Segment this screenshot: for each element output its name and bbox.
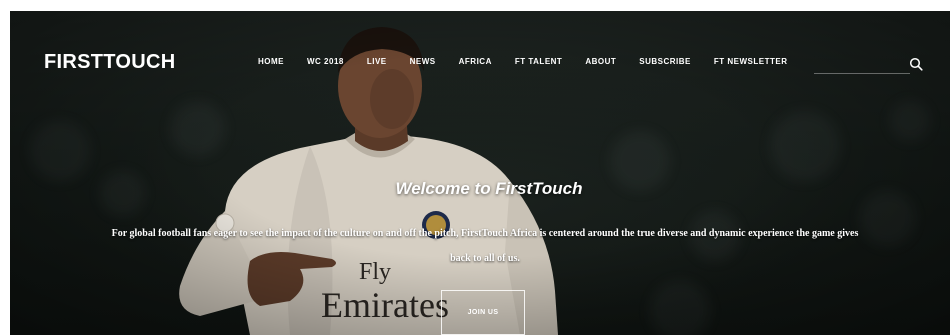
shirt-sponsor-emirates: Emirates <box>321 285 449 325</box>
top-navigation: FIRSTTOUCH HOME WC 2018 LIVE NEWS AFRICA… <box>10 11 950 111</box>
hero-banner: Fly Emirates FIRSTTOUCH HOME WC 2018 LIV… <box>10 11 950 335</box>
hero-title: Welcome to FirstTouch <box>395 179 583 198</box>
main-menu: HOME WC 2018 LIVE NEWS AFRICA FT TALENT … <box>258 57 811 66</box>
nav-item-home[interactable]: HOME <box>258 57 284 66</box>
search-icon[interactable] <box>909 57 923 71</box>
hero-description: For global football fans eager to see th… <box>111 228 859 264</box>
nav-item-about[interactable]: ABOUT <box>585 57 616 66</box>
nav-item-ft-talent[interactable]: FT TALENT <box>515 57 562 66</box>
search-input[interactable] <box>814 57 910 74</box>
brand-logo[interactable]: FIRSTTOUCH <box>44 51 176 74</box>
join-us-button[interactable]: JOIN US <box>441 290 525 335</box>
nav-item-news[interactable]: NEWS <box>410 57 436 66</box>
nav-item-subscribe[interactable]: SUBSCRIBE <box>639 57 691 66</box>
nav-item-live[interactable]: LIVE <box>367 57 387 66</box>
nav-item-africa[interactable]: AFRICA <box>459 57 492 66</box>
nav-item-ft-newsletter[interactable]: FT NEWSLETTER <box>714 57 788 66</box>
nav-item-wc-2018[interactable]: WC 2018 <box>307 57 344 66</box>
